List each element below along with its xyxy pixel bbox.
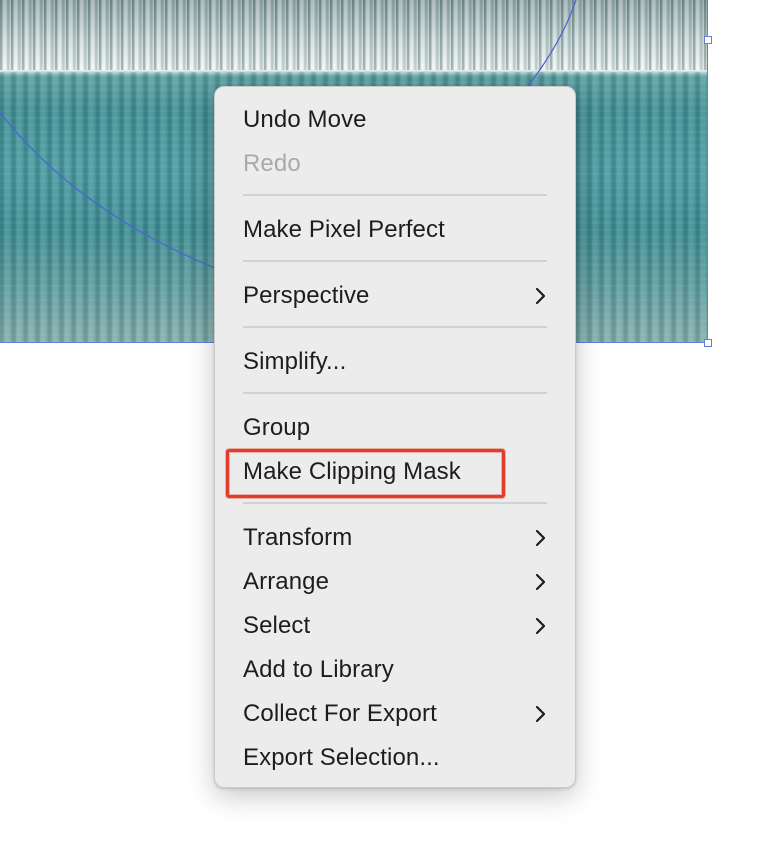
menu-item-label: Add to Library (243, 656, 394, 683)
selection-right-edge (707, 0, 708, 344)
menu-item-label: Select (243, 612, 311, 639)
menu-item-perspective[interactable]: Perspective (243, 276, 547, 316)
chevron-right-icon (535, 287, 546, 305)
menu-separator (243, 392, 547, 394)
menu-item-label: Redo (243, 150, 301, 177)
chevron-right-icon (535, 573, 546, 591)
context-menu: Undo Move Redo Make Pixel Perfect Perspe… (214, 86, 576, 788)
menu-item-label: Arrange (243, 568, 330, 595)
menu-item-label: Undo Move (243, 106, 367, 133)
menu-item-label: Transform (243, 524, 353, 551)
menu-item-make-pixel-perfect[interactable]: Make Pixel Perfect (243, 210, 547, 250)
menu-item-transform[interactable]: Transform (243, 518, 547, 558)
menu-item-label: Make Pixel Perfect (243, 216, 445, 243)
menu-item-label: Export Selection... (243, 744, 440, 771)
menu-item-redo: Redo (243, 144, 547, 184)
resize-handle-right[interactable] (704, 36, 712, 44)
menu-item-label: Simplify... (243, 348, 347, 375)
annotation-highlight-box (226, 449, 505, 498)
menu-separator (243, 260, 547, 262)
menu-item-undo-move[interactable]: Undo Move (243, 100, 547, 140)
menu-separator (243, 326, 547, 328)
menu-separator (243, 194, 547, 196)
menu-item-label: Perspective (243, 282, 370, 309)
chevron-right-icon (535, 617, 546, 635)
menu-item-export-selection[interactable]: Export Selection... (243, 738, 547, 778)
menu-item-select[interactable]: Select (243, 606, 547, 646)
chevron-right-icon (535, 705, 546, 723)
menu-separator (243, 502, 547, 504)
menu-item-add-to-library[interactable]: Add to Library (243, 650, 547, 690)
menu-item-group[interactable]: Group (243, 408, 547, 448)
chevron-right-icon (535, 529, 546, 547)
menu-item-label: Collect For Export (243, 700, 437, 727)
menu-item-arrange[interactable]: Arrange (243, 562, 547, 602)
menu-item-simplify[interactable]: Simplify... (243, 342, 547, 382)
menu-item-label: Group (243, 414, 311, 441)
resize-handle-bottom-right[interactable] (704, 339, 712, 347)
menu-item-collect-for-export[interactable]: Collect For Export (243, 694, 547, 734)
